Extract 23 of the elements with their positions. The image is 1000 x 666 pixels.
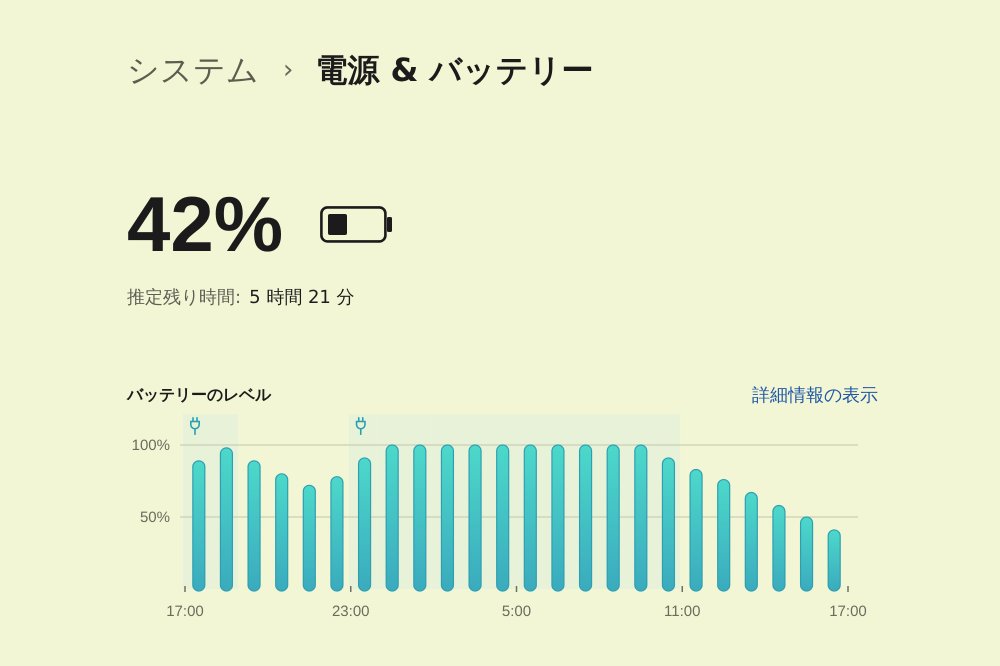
- time-remaining-label: 推定残り時間:: [127, 286, 242, 310]
- plug-icon: [356, 417, 366, 435]
- time-remaining-value: 5 時間 21 分: [249, 286, 355, 310]
- axis-tick: [184, 586, 186, 592]
- breadcrumb-separator: ›: [283, 54, 294, 87]
- axis-label: 17:00: [166, 603, 204, 620]
- chart-title: バッテリーのレベル: [127, 384, 271, 406]
- battery-icon: [320, 206, 392, 242]
- breadcrumb-parent[interactable]: システム: [127, 50, 259, 90]
- axis-label: 5:00: [502, 603, 532, 620]
- axis-tick: [682, 586, 683, 592]
- details-link[interactable]: 詳細情報の表示: [752, 383, 878, 407]
- plug-icon: [190, 417, 200, 435]
- axis-label: 23:00: [332, 603, 370, 620]
- page-title: 電源 & バッテリー: [315, 50, 594, 90]
- axis-label: 100%: [132, 437, 170, 454]
- axis-tick: [350, 586, 352, 592]
- axis-tick: [847, 586, 849, 592]
- axis-label: 50%: [140, 509, 170, 526]
- battery-percentage: 42%: [127, 185, 284, 263]
- axis-label: 11:00: [664, 603, 700, 620]
- axis-label: 17:00: [829, 603, 867, 620]
- axis-tick: [516, 586, 518, 592]
